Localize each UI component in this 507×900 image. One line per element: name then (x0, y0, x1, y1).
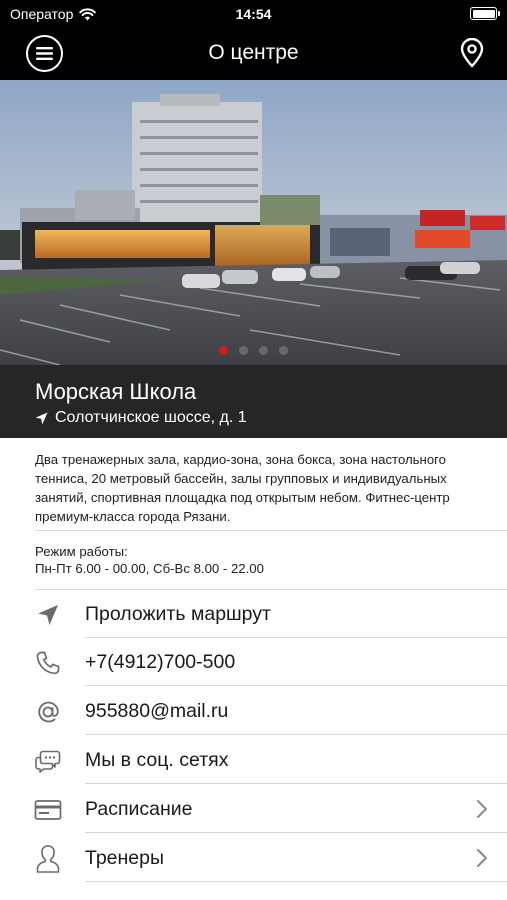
row-divider (85, 832, 507, 833)
route-row[interactable]: Проложить маршрут (0, 590, 507, 638)
hamburger-menu-icon (36, 47, 53, 60)
schedule-card-icon (33, 795, 63, 825)
row-divider (85, 783, 507, 784)
status-time: 14:54 (235, 6, 272, 22)
status-bar: Оператор 14:54 (0, 0, 507, 28)
place-address-text: Солотчинское шоссе, д. 1 (55, 409, 247, 426)
map-pin-icon (460, 37, 484, 68)
phone-label: +7(4912)700-500 (85, 651, 236, 673)
gallery-pager (0, 346, 507, 355)
route-label: Проложить маршрут (85, 603, 271, 625)
photo-gallery[interactable] (0, 80, 507, 365)
trainers-label: Тренеры (85, 847, 164, 869)
email-row[interactable]: 955880@mail.ru (0, 687, 507, 735)
chat-bubbles-icon (33, 746, 63, 776)
battery-fill (472, 9, 495, 18)
social-label: Мы в соц. сетях (85, 749, 229, 771)
menu-button[interactable] (26, 35, 63, 72)
email-label: 955880@mail.ru (85, 700, 229, 722)
place-address: Солотчинское шоссе, д. 1 (35, 409, 247, 427)
gallery-dot[interactable] (219, 346, 228, 355)
row-divider (85, 881, 507, 882)
page-title: О центре (208, 41, 299, 64)
working-hours: Режим работы: Пн-Пт 6.00 - 00.00, Сб-Вс … (35, 543, 264, 577)
place-description: Два тренажерных зала, кардио-зона, зона … (35, 452, 450, 524)
chevron-right-icon (477, 849, 487, 867)
battery-icon (470, 7, 500, 20)
working-hours-value: Пн-Пт 6.00 - 00.00, Сб-Вс 8.00 - 22.00 (35, 561, 264, 576)
row-divider (85, 734, 507, 735)
gallery-dot[interactable] (239, 346, 248, 355)
location-arrow-icon (35, 412, 48, 424)
chevron-right-icon (477, 800, 487, 818)
social-row[interactable]: Мы в соц. сетях (0, 736, 507, 784)
divider (35, 530, 507, 531)
phone-row[interactable]: +7(4912)700-500 (0, 638, 507, 686)
trainers-row[interactable]: Тренеры (0, 834, 507, 882)
gallery-dot[interactable] (279, 346, 288, 355)
place-name: Морская Школа (35, 379, 197, 404)
schedule-row[interactable]: Расписание (0, 785, 507, 833)
row-divider (85, 685, 507, 686)
at-sign-icon (33, 697, 63, 727)
gallery-photo (0, 80, 507, 365)
phone-icon (33, 648, 63, 678)
map-button[interactable] (459, 37, 485, 68)
schedule-label: Расписание (85, 798, 193, 820)
place-header: Морская Школа Солотчинское шоссе, д. 1 (0, 365, 507, 438)
working-hours-label: Режим работы: (35, 544, 128, 559)
gallery-dot[interactable] (259, 346, 268, 355)
navigation-bar: О центре (0, 28, 507, 80)
navigation-arrow-icon (33, 600, 63, 630)
trainer-person-icon (33, 844, 63, 874)
